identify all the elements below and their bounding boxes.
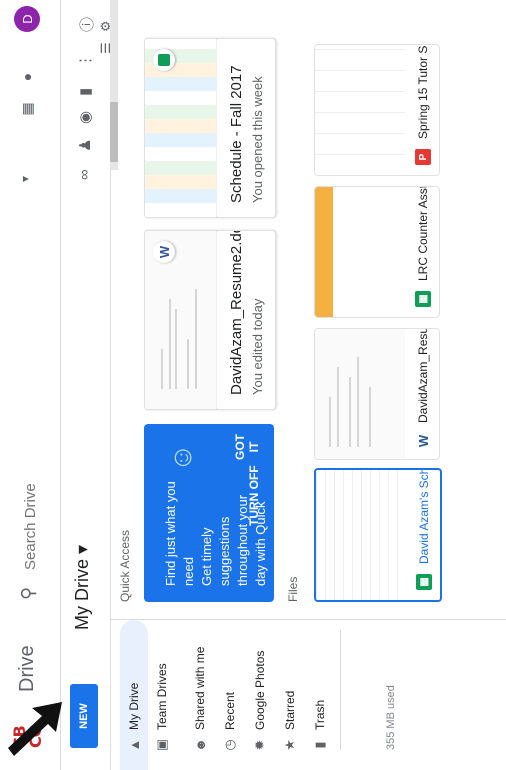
page-title[interactable]: My Drive ▾ (72, 545, 93, 630)
apps-grid-icon[interactable]: ▦ (16, 98, 38, 120)
storage-usage: 355 MB used (385, 685, 397, 750)
card-title: Schedule - Fall 2017 (228, 65, 245, 203)
sidebar-item-label: Starred (283, 690, 297, 730)
sidebar-item-label: Shared with me (193, 646, 207, 730)
card-subtitle: You opened this week (250, 76, 265, 203)
account-circle-icon[interactable]: ● (16, 66, 38, 88)
card-title: DavidAzam_Resume2.docx (228, 230, 245, 395)
got-it-button[interactable]: GOT IT (232, 424, 262, 470)
sheet-thumbnail (316, 470, 406, 600)
more-options-icon[interactable]: ⋮ (76, 53, 94, 68)
drive-icon: ▲ (126, 738, 142, 752)
screenshot-stage: SB CC Drive ⚲ ▾ ▦ ● D NEW My Drive ▾ ∞ ♟… (0, 0, 506, 770)
clock-icon: ◷ (222, 739, 237, 751)
search-options-icon[interactable]: ▾ (18, 176, 32, 182)
doc-thumbnail (315, 329, 405, 459)
word-icon: W (415, 433, 431, 449)
team-drives-icon: ▣ (154, 738, 169, 752)
sidebar-item-google-photos[interactable]: ✹ Google Photos (246, 620, 274, 770)
sheet-thumbnail (315, 187, 405, 317)
sheets-icon: ▦ (415, 291, 431, 307)
file-card[interactable]: W DavidAzam_Resu... (314, 328, 440, 460)
people-icon: ☻ (192, 738, 208, 752)
sidebar-item-team-drives[interactable]: ▣ Team Drives (148, 620, 176, 770)
quick-access-card[interactable]: Schedule - Fall 2017 You opened this wee… (144, 38, 276, 218)
scrollbar-thumb[interactable] (110, 102, 118, 162)
file-name: Spring 15 Tutor S... (416, 44, 430, 139)
share-icon[interactable]: ♟ (76, 139, 94, 152)
delete-icon[interactable]: ▮ (76, 88, 94, 96)
quick-access-promo: Find just what you need Get timely sugge… (144, 424, 274, 602)
sidebar-item-label: Recent (223, 691, 237, 730)
avatar[interactable]: D (14, 6, 40, 32)
sidebar-item-label: Team Drives (155, 663, 169, 730)
sheets-badge (153, 49, 175, 71)
sidebar-item-recent[interactable]: ◷ Recent (216, 620, 244, 770)
search-input[interactable] (16, 208, 44, 572)
preview-icon[interactable]: ◉ (76, 111, 94, 124)
file-name: LRC Counter Asst ... (416, 186, 430, 281)
sheets-icon: ▦ (416, 574, 432, 590)
divider (340, 630, 341, 750)
file-card[interactable]: ▦ LRC Counter Asst ... (314, 186, 440, 318)
sidebar-item-trash[interactable]: ▮ Trash (306, 620, 334, 770)
quick-access-card[interactable]: W DavidAzam_Resume2.docx You edited toda… (144, 230, 276, 410)
files-heading: Files (286, 576, 300, 602)
quick-access-heading: Quick Access (118, 529, 132, 602)
file-card[interactable]: ▦ David Azam's Sch... (314, 468, 442, 602)
sheets-icon (158, 54, 170, 66)
sidebar-item-label: My Drive (127, 682, 141, 730)
file-card[interactable]: P Spring 15 Tutor S... (314, 44, 440, 176)
person-illustration-icon: ☺ (166, 443, 197, 472)
word-icon: W (153, 241, 175, 263)
file-name: David Azam's Sch... (417, 468, 431, 564)
sidebar-item-my-drive[interactable]: ▲ My Drive (120, 620, 148, 770)
sidebar-item-label: Google Photos (253, 650, 267, 730)
search-icon[interactable]: ⚲ (18, 587, 39, 600)
annotation-arrow-icon (8, 702, 62, 756)
app-name[interactable]: Drive (16, 645, 39, 692)
drive-window: SB CC Drive ⚲ ▾ ▦ ● D NEW My Drive ▾ ∞ ♟… (0, 0, 506, 770)
new-button[interactable]: NEW (70, 684, 98, 748)
sidebar-item-starred[interactable]: ★ Starred (276, 620, 304, 770)
file-name: DavidAzam_Resu... (416, 328, 430, 423)
pdf-thumbnail (315, 45, 405, 175)
photos-pinwheel-icon: ✹ (252, 739, 267, 751)
card-subtitle: You edited today (250, 298, 265, 395)
turn-off-button[interactable]: TURN OFF (246, 459, 262, 532)
link-icon[interactable]: ∞ (76, 169, 93, 180)
details-icon[interactable]: ⓘ (76, 17, 97, 32)
sidebar-item-shared[interactable]: ☻ Shared with me (186, 620, 214, 770)
sidebar-item-label: Trash (313, 699, 327, 730)
star-icon: ★ (282, 739, 297, 751)
trash-icon: ▮ (312, 741, 327, 749)
pdf-icon: P (415, 149, 431, 165)
